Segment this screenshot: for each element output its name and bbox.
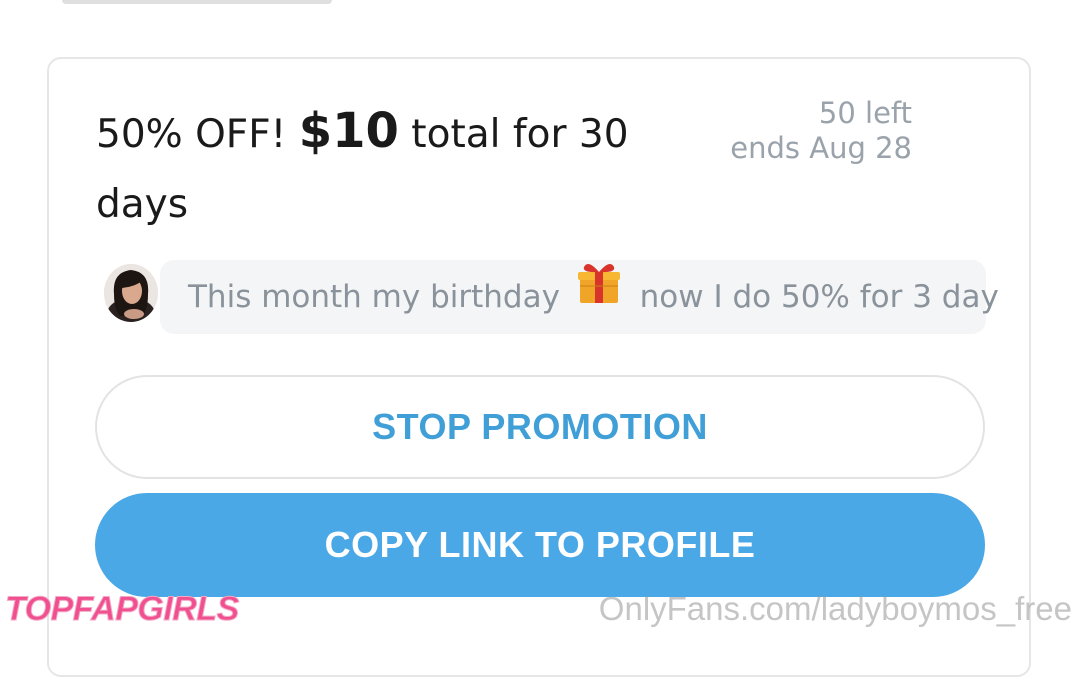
promotion-title: 50% OFF! $10 total for 30 days [96,96,676,240]
promotion-price: $10 [298,103,399,159]
promotion-remaining: 50 left [818,96,912,130]
promotion-message: This month my birthday now I do 50% for … [98,258,999,334]
promotion-meta: 50 left ends Aug 28 [730,96,912,166]
avatar[interactable] [104,264,158,322]
message-text-part2: now I do 50% for 3 day [639,279,999,315]
promotion-end-date: ends Aug 28 [730,131,912,165]
stop-promotion-button[interactable]: STOP PROMOTION [95,375,985,479]
watermark-right: OnlyFans.com/ladyboymos_free [598,590,1072,627]
cropped-header-text [62,0,332,4]
message-bubble: This month my birthday now I do 50% for … [160,258,999,334]
gift-icon [576,258,622,332]
copy-link-button[interactable]: COPY LINK TO PROFILE [95,493,985,597]
promotion-title-prefix: 50% OFF! [96,112,299,157]
watermark-left: TOPFAPGIRLS [5,590,240,629]
message-text-part1: This month my birthday [188,279,560,315]
